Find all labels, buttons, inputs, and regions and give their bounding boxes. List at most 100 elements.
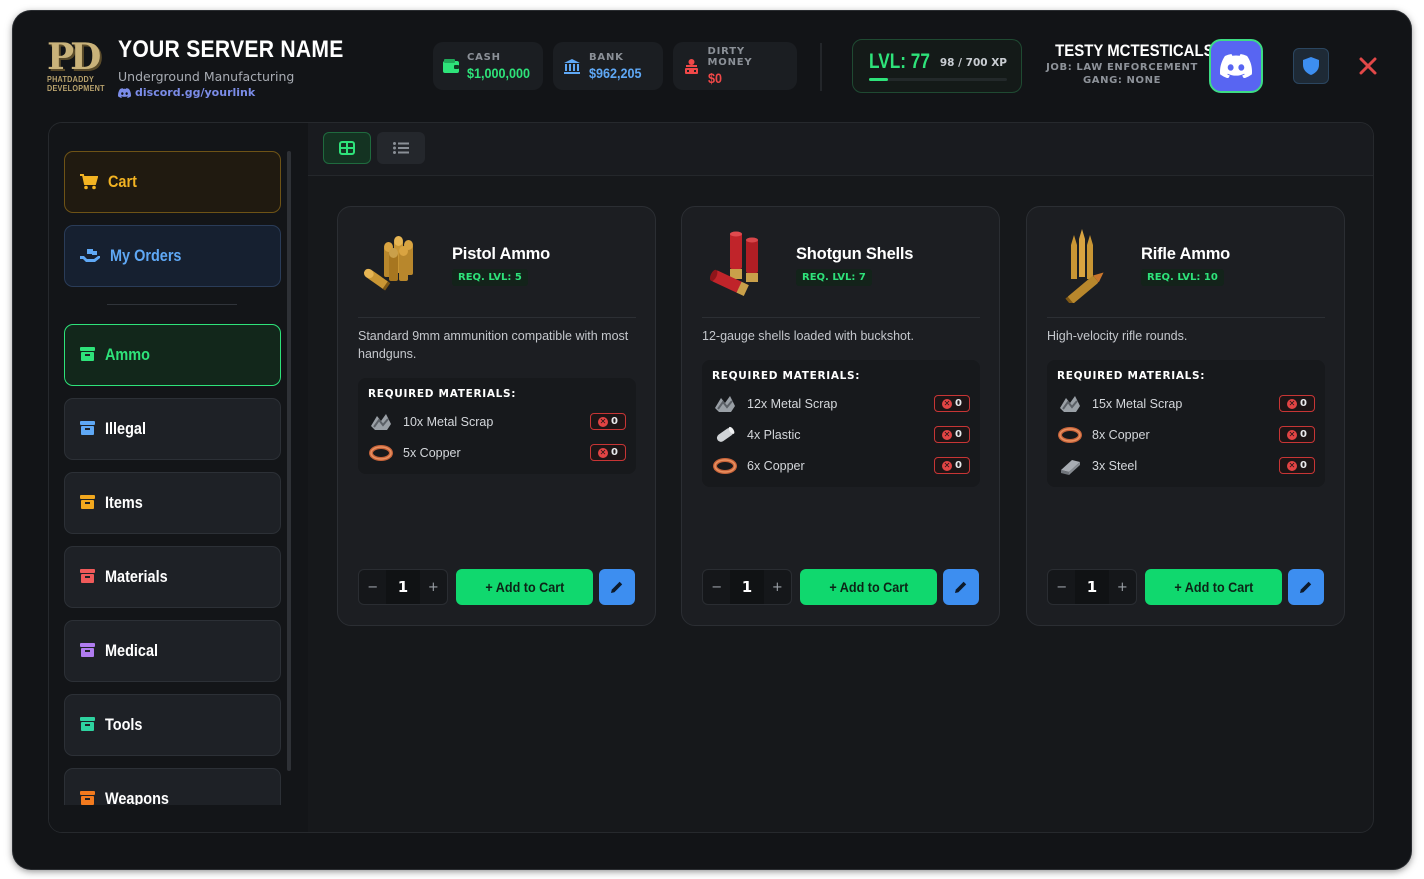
increase-button[interactable]: + (1109, 580, 1136, 595)
grid-view-button[interactable] (323, 132, 371, 164)
material-row: 6x Copper ✕ 0 (712, 450, 970, 481)
dirty-money-display: DIRTY MONEY $0 (673, 42, 797, 90)
material-count-badge: ✕ 0 (1279, 395, 1315, 412)
pistol-ammo-icon (358, 227, 428, 303)
required-level-badge: REQ. LVL: 5 (452, 269, 528, 286)
material-count-badge: ✕ 0 (1279, 457, 1315, 474)
product-description: Standard 9mm ammunition compatible with … (358, 329, 629, 361)
material-count-badge: ✕ 0 (934, 395, 970, 412)
box-icon (80, 420, 95, 439)
product-description: High-velocity rifle rounds. (1047, 329, 1188, 343)
close-icon (1359, 57, 1377, 75)
card-divider (1047, 317, 1325, 318)
increase-button[interactable]: + (764, 580, 791, 595)
quantity-stepper: − 1 + (358, 569, 448, 605)
xp-progress-bar (869, 78, 1007, 81)
shotgun-shells-icon (702, 227, 772, 303)
sidebar-item-ammo[interactable]: Ammo (64, 324, 281, 386)
quantity-value[interactable]: 1 (386, 570, 420, 604)
shield-icon (1303, 57, 1319, 75)
edit-button[interactable] (943, 569, 979, 605)
material-count-badge: ✕ 0 (1279, 426, 1315, 443)
bank-display: BANK $962,205 (553, 42, 663, 90)
material-count-badge: ✕ 0 (934, 457, 970, 474)
product-card-shotgun-shells: Shotgun Shells REQ. LVL: 7 12-gauge shel… (681, 206, 1000, 626)
my-orders-button[interactable]: My Orders (64, 225, 281, 287)
steel-icon (1057, 455, 1083, 477)
missing-icon: ✕ (598, 416, 609, 427)
level-display: LVL: 77 98 / 700 XP (852, 39, 1022, 93)
missing-icon: ✕ (1287, 398, 1298, 409)
add-to-cart-button[interactable]: + Add to Cart (456, 569, 593, 605)
missing-icon: ✕ (1287, 429, 1298, 440)
increase-button[interactable]: + (420, 580, 447, 595)
sidebar-item-items[interactable]: Items (64, 472, 281, 534)
pencil-icon (955, 581, 967, 593)
material-row: 5x Copper ✕ 0 (368, 437, 626, 468)
material-row: 10x Metal Scrap ✕ 0 (368, 406, 626, 437)
sidebar-item-materials[interactable]: Materials (64, 546, 281, 608)
metal-scrap-icon (1057, 393, 1083, 415)
cash-display: CASH $1,000,000 (433, 42, 543, 90)
grid-icon (339, 141, 355, 155)
product-card-rifle-ammo: Rifle Ammo REQ. LVL: 10 High-velocity ri… (1026, 206, 1345, 626)
edit-button[interactable] (1288, 569, 1324, 605)
quantity-stepper: − 1 + (1047, 569, 1137, 605)
card-divider (358, 317, 636, 318)
material-count-badge: ✕ 0 (934, 426, 970, 443)
dirty-money-icon (683, 57, 700, 75)
decrease-button[interactable]: − (703, 580, 730, 595)
metal-scrap-icon (712, 393, 738, 415)
material-row: 4x Plastic ✕ 0 (712, 419, 970, 450)
server-subtitle: Underground Manufacturing (118, 69, 295, 84)
sidebar-item-illegal[interactable]: Illegal (64, 398, 281, 460)
box-icon (80, 346, 95, 365)
decrease-button[interactable]: − (1048, 580, 1075, 595)
required-materials: REQUIRED MATERIALS: 10x Metal Scrap ✕ 0 5… (358, 378, 636, 474)
sidebar-bottom-mask (49, 805, 308, 832)
box-icon (80, 568, 95, 587)
edit-button[interactable] (599, 569, 635, 605)
admin-button[interactable] (1293, 48, 1329, 84)
sidebar: Cart My Orders Ammo Illegal Items Materi… (49, 123, 308, 832)
list-view-button[interactable] (377, 132, 425, 164)
discord-small-icon (118, 87, 131, 98)
content-panel: Cart My Orders Ammo Illegal Items Materi… (48, 122, 1374, 833)
product-title: Shotgun Shells (796, 245, 914, 263)
required-level-badge: REQ. LVL: 10 (1141, 269, 1224, 286)
metal-scrap-icon (368, 411, 394, 433)
add-to-cart-button[interactable]: + Add to Cart (1145, 569, 1282, 605)
quantity-stepper: − 1 + (702, 569, 792, 605)
add-to-cart-button[interactable]: + Add to Cart (800, 569, 937, 605)
quantity-value[interactable]: 1 (730, 570, 764, 604)
card-divider (702, 317, 980, 318)
bank-icon (563, 57, 581, 75)
cart-icon (80, 174, 98, 190)
cart-button[interactable]: Cart (64, 151, 281, 213)
missing-icon: ✕ (598, 447, 609, 458)
plastic-icon (712, 424, 738, 446)
close-button[interactable] (1352, 50, 1384, 82)
decrease-button[interactable]: − (359, 580, 386, 595)
material-row: 3x Steel ✕ 0 (1057, 450, 1315, 481)
product-description: 12-gauge shells loaded with buckshot. (702, 329, 914, 343)
discord-link[interactable]: discord.gg/yourlink (118, 86, 255, 99)
discord-button[interactable] (1209, 39, 1263, 93)
missing-icon: ✕ (1287, 460, 1298, 471)
server-logo: PD PHATDADDY DEVELOPMENT (47, 36, 105, 93)
xp-progress-fill (869, 78, 889, 81)
view-toolbar (308, 123, 1373, 176)
quantity-value[interactable]: 1 (1075, 570, 1109, 604)
material-row: 15x Metal Scrap ✕ 0 (1057, 388, 1315, 419)
sidebar-item-medical[interactable]: Medical (64, 620, 281, 682)
box-icon (80, 716, 95, 735)
required-materials: REQUIRED MATERIALS: 12x Metal Scrap ✕ 0 4… (702, 360, 980, 487)
player-info: TESTY MCTESTICALS JOB: LAW ENFORCEMENT G… (1046, 41, 1214, 86)
product-title: Pistol Ammo (452, 245, 551, 263)
rifle-ammo-icon (1047, 227, 1117, 306)
required-level-badge: REQ. LVL: 7 (796, 269, 872, 286)
sidebar-item-tools[interactable]: Tools (64, 694, 281, 756)
sidebar-scrollbar[interactable] (287, 151, 291, 771)
header-divider (820, 43, 822, 91)
product-title: Rifle Ammo (1141, 245, 1231, 263)
